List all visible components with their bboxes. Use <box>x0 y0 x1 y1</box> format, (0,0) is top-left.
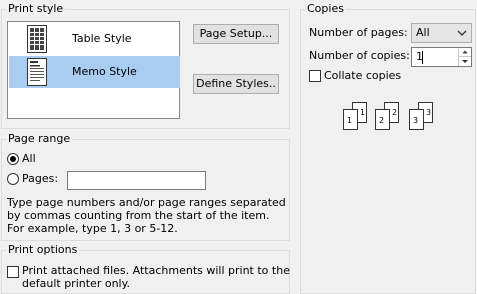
print-options-title: Print options <box>6 243 80 257</box>
all-pages-label: All <box>22 152 36 165</box>
number-of-copies-label: Number of copies: <box>309 49 410 62</box>
pages-radio[interactable] <box>7 173 19 185</box>
print-attached-files-label-continued: default printer only. <box>22 277 131 290</box>
all-pages-radio[interactable] <box>7 153 19 165</box>
text-caret <box>422 51 423 64</box>
print-attached-files-checkbox[interactable] <box>7 266 19 278</box>
svg-text:3: 3 <box>413 116 418 125</box>
collate-copies-icon: 1 1 2 2 3 3 <box>343 102 433 130</box>
page-range-help-text: Type page numbers and/or page ranges sep… <box>7 196 286 235</box>
svg-text:2: 2 <box>392 108 397 117</box>
style-item-table[interactable]: Table Style <box>9 23 180 55</box>
style-item-label: Table Style <box>72 32 132 45</box>
number-of-pages-label: Number of pages: <box>309 26 408 39</box>
svg-text:1: 1 <box>360 108 365 117</box>
page-setup-button[interactable]: Page Setup... <box>193 24 279 44</box>
number-of-pages-value: All <box>416 26 430 39</box>
print-style-list[interactable]: Table Style Memo Style <box>7 21 180 119</box>
memo-style-icon <box>27 58 47 86</box>
svg-text:3: 3 <box>426 108 431 117</box>
spin-buttons <box>458 48 471 66</box>
copies-title: Copies <box>305 2 346 16</box>
svg-text:2: 2 <box>379 116 384 125</box>
number-of-pages-select[interactable]: All <box>411 23 472 43</box>
style-item-label: Memo Style <box>72 65 137 78</box>
spin-up-icon[interactable] <box>459 48 471 57</box>
svg-text:1: 1 <box>347 116 352 125</box>
print-attached-files-label: Print attached files. Attachments will p… <box>22 264 290 277</box>
table-style-icon <box>27 25 47 53</box>
chevron-down-icon <box>457 30 467 36</box>
number-of-copies-stepper[interactable]: 1 <box>411 47 472 67</box>
pages-input[interactable] <box>67 171 206 190</box>
collate-checkbox[interactable] <box>309 70 321 82</box>
page-range-title: Page range <box>6 132 73 146</box>
radio-selected-dot <box>10 156 16 162</box>
style-item-memo[interactable]: Memo Style <box>9 56 180 88</box>
pages-label: Pages: <box>22 172 59 185</box>
spin-down-icon[interactable] <box>459 57 471 66</box>
define-styles-button[interactable]: Define Styles.. <box>193 74 279 94</box>
print-style-title: Print style <box>6 2 66 16</box>
collate-label: Collate copies <box>324 69 402 82</box>
